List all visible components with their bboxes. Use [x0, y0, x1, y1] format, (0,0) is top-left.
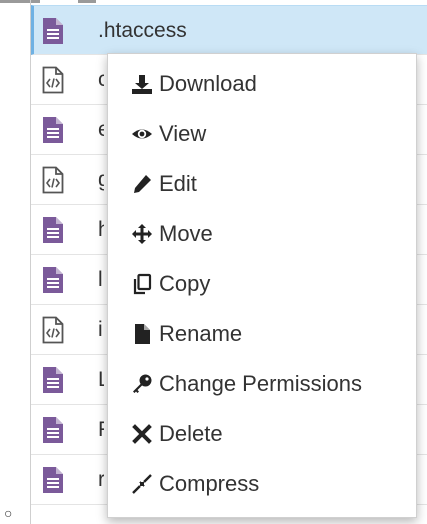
file-name: .htaccess: [98, 19, 187, 42]
menu-item-compress[interactable]: Compress: [108, 459, 416, 509]
menu-item-view[interactable]: View: [108, 109, 416, 159]
context-menu: Download View Edit Move Copy Rename Change Per…: [107, 53, 417, 518]
move-arrows-icon: [130, 222, 154, 246]
menu-item-label: Edit: [159, 171, 197, 196]
file-name: L: [98, 368, 104, 391]
menu-item-change-permissions[interactable]: Change Permissions: [108, 359, 416, 409]
menu-item-move[interactable]: Move: [108, 209, 416, 259]
code-file-icon: [41, 166, 65, 194]
file-name: e: [98, 118, 104, 141]
times-icon: [130, 422, 154, 446]
file-name: r: [98, 468, 104, 491]
text-file-icon: [41, 416, 65, 444]
text-file-icon: [41, 266, 65, 294]
file-name: i: [98, 318, 103, 341]
file-name: h: [98, 218, 104, 241]
text-file-icon: [41, 17, 65, 45]
menu-item-label: Move: [159, 221, 213, 246]
menu-item-delete[interactable]: Delete: [108, 409, 416, 459]
text-file-icon: [41, 466, 65, 494]
menu-item-label: Rename: [159, 321, 243, 346]
menu-item-label: Compress: [159, 471, 260, 496]
file-name: l: [98, 268, 103, 291]
bullet-marker: ○: [4, 505, 13, 521]
scroll-shadow: [78, 0, 96, 3]
text-file-icon: [41, 366, 65, 394]
menu-item-label: Copy: [159, 271, 211, 296]
download-icon: [130, 72, 154, 96]
file-name: c: [98, 68, 104, 91]
menu-item-label: Change Permissions: [159, 371, 362, 396]
menu-item-download[interactable]: Download: [108, 59, 416, 109]
menu-item-rename[interactable]: Rename: [108, 309, 416, 359]
text-file-icon: [41, 216, 65, 244]
file-name: g: [98, 168, 104, 191]
menu-item-copy[interactable]: Copy: [108, 259, 416, 309]
code-file-icon: [41, 66, 65, 94]
file-name: F: [98, 418, 104, 442]
key-icon: [130, 372, 154, 396]
menu-item-label: View: [159, 121, 207, 146]
menu-item-label: Download: [159, 71, 257, 96]
menu-item-edit[interactable]: Edit: [108, 159, 416, 209]
pencil-icon: [130, 172, 154, 196]
compress-icon: [130, 472, 154, 496]
file-row[interactable]: .htaccess: [31, 5, 427, 55]
file-icon: [130, 322, 154, 346]
menu-item-label: Delete: [159, 421, 223, 446]
copy-icon: [130, 272, 154, 296]
file-manager-view: ○ .htaccess c e g h l i L Fr Download View Edit Mov…: [0, 0, 427, 524]
scroll-shadow: [0, 0, 40, 3]
code-file-icon: [41, 316, 65, 344]
text-file-icon: [41, 116, 65, 144]
eye-icon: [130, 122, 154, 146]
